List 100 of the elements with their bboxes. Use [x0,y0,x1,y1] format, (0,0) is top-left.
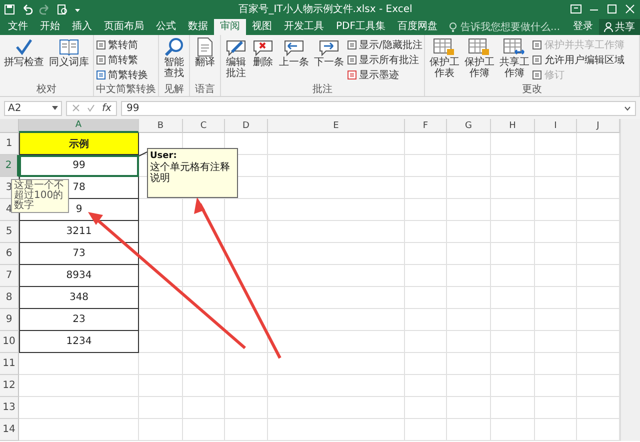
ribbon-tab[interactable]: 开始 [34,19,66,35]
column-header[interactable]: I [535,119,577,133]
empty-cell [405,265,447,287]
save-icon[interactable] [4,4,15,14]
row-header[interactable]: 8 [0,287,19,309]
ribbon-command[interactable]: 保护工作簿 [462,37,496,84]
ribbon-command[interactable]: 同义词库 [47,37,91,84]
ribbon-tab[interactable]: 插入 [66,19,98,35]
formula-field[interactable]: 99 [121,100,636,116]
maximize-icon[interactable] [606,4,618,14]
empty-cell [447,133,491,155]
empty-cell [183,331,225,353]
column-header[interactable]: B [139,119,183,133]
close-icon[interactable] [624,4,636,14]
ribbon-tab[interactable]: 审阅 [214,19,246,35]
ribbon-display-icon[interactable] [570,4,582,14]
row-header[interactable]: 6 [0,243,19,265]
tell-me-field[interactable]: 告诉我您想要做什么... [449,19,573,35]
ribbon-command[interactable]: 简转繁 [96,53,148,66]
caret-icon [52,106,58,110]
column-header[interactable]: G [447,119,491,133]
ribbon-tab[interactable]: PDF工具集 [330,19,392,35]
expand-icon [624,106,631,110]
column-header[interactable]: C [183,119,225,133]
insert-function-button[interactable]: fx [102,102,112,114]
empty-cell [447,353,491,375]
share-button[interactable]: 共享 [599,19,640,35]
column-header[interactable]: D [225,119,268,133]
row-header[interactable]: 11 [0,353,19,375]
ribbon-command[interactable]: 上一条 [277,37,311,84]
empty-cell [491,419,535,441]
vertical-scrollbar[interactable] [620,119,640,441]
empty-cell [183,243,225,265]
empty-cell [225,287,268,309]
ribbon-command[interactable]: 智能查找 [161,37,187,84]
person-icon [604,22,613,32]
empty-cell [183,221,225,243]
print-preview-icon[interactable] [57,4,68,14]
row-header[interactable]: 7 [0,265,19,287]
empty-cell [447,265,491,287]
ribbon-command[interactable]: 共享工作簿 [497,37,532,84]
column-header[interactable]: A [19,119,139,133]
ribbon-command[interactable]: 允许用户编辑区域 [532,53,624,66]
ribbon-command[interactable]: 拼写检查 [2,37,46,84]
group-label: 更改 [521,84,544,96]
ribbon-command[interactable]: 显示/隐藏批注 [347,38,422,51]
ribbon-command[interactable]: 编辑批注 [223,37,249,84]
ribbon-tab[interactable]: 页面布局 [98,19,150,35]
comment-text: 这个单元格有注释说明 [150,162,231,184]
document-icon [532,70,542,80]
ribbon-command[interactable]: 删除 [250,37,276,84]
row-header[interactable]: 14 [0,419,19,441]
empty-cell [491,353,535,375]
column-header[interactable]: H [491,119,535,133]
undo-icon[interactable] [21,4,33,14]
ribbon-command[interactable]: 显示所有批注 [347,53,422,66]
row-header[interactable]: 5 [0,221,19,243]
document-icon [532,40,542,50]
empty-cell [405,133,447,155]
empty-cell [491,287,535,309]
check-icon[interactable] [87,104,95,112]
empty-cell [491,309,535,331]
name-box[interactable]: A2 [4,100,62,116]
column-header[interactable]: F [405,119,447,133]
sign-in-link[interactable]: 登录 [573,19,593,35]
empty-cell [491,177,535,199]
group-label: 中文简繁转换 [96,84,156,96]
ribbon-command[interactable]: 翻译 [192,37,218,84]
ribbon-tab[interactable]: 开发工具 [278,19,330,35]
ribbon-command[interactable]: 简繁转换 [96,68,148,81]
group-label: 见解 [163,84,185,96]
empty-cell [535,133,577,155]
ribbon-tab[interactable]: 视图 [246,19,278,35]
empty-cell [447,375,491,397]
ribbon-tab[interactable]: 百度网盘 [391,19,444,35]
empty-cell [405,397,447,419]
column-header[interactable]: E [268,119,405,133]
ribbon-tab[interactable]: 文件 [2,19,34,35]
document-icon [96,70,106,80]
row-header[interactable]: 10 [0,331,19,353]
row-header[interactable]: 12 [0,375,19,397]
ribbon-tab[interactable]: 公式 [150,19,182,35]
ribbon-tab[interactable]: 数据 [182,19,214,35]
ribbon-command[interactable]: 繁转简 [96,38,148,51]
row-header[interactable]: 2 [0,155,19,177]
table-cell: 示例 [19,133,139,155]
row-header[interactable]: 13 [0,397,19,419]
empty-cell [225,199,268,221]
column-header[interactable]: J [577,119,620,133]
ribbon-command[interactable]: 保护工作表 [427,37,462,84]
empty-cell [491,199,535,221]
document-icon [347,40,357,50]
empty-cell [491,375,535,397]
row-header[interactable]: 1 [0,133,19,155]
ribbon-command[interactable]: 显示墨迹 [347,68,422,81]
empty-cell [225,265,268,287]
row-header[interactable]: 9 [0,309,19,331]
empty-cell [405,309,447,331]
ribbon-command[interactable]: 下一条 [312,37,346,84]
empty-cell [405,221,447,243]
